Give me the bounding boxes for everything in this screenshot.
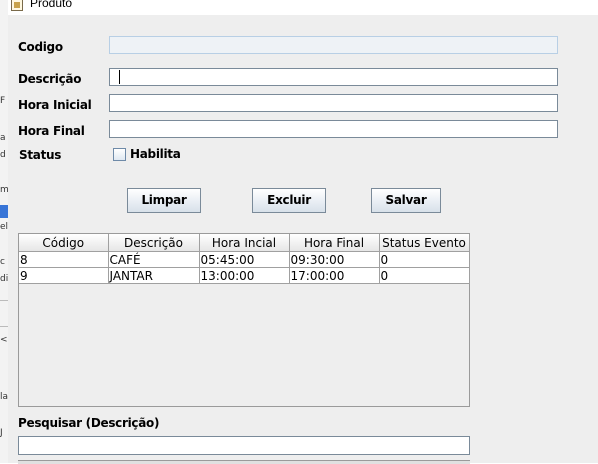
hora-final-label: Hora Final	[18, 124, 85, 138]
codigo-field	[109, 36, 558, 54]
habilita-checkbox[interactable]	[113, 148, 126, 161]
table-cell[interactable]: 13:00:00	[198, 267, 290, 284]
pesquisar-label: Pesquisar (Descrição)	[18, 416, 160, 430]
background-selected-row	[0, 205, 8, 218]
bottom-divider	[18, 460, 470, 464]
pesquisar-field[interactable]	[18, 436, 470, 455]
table-cell[interactable]: 0	[378, 251, 470, 268]
eventos-table-scrollpane[interactable]: Código Descrição Hora Incial Hora Final …	[18, 233, 470, 407]
background-text: el	[0, 222, 9, 232]
table-cell[interactable]: CAFÉ	[107, 251, 200, 268]
background-text: a	[0, 133, 6, 143]
background-text: la	[0, 392, 9, 402]
hora-inicial-field[interactable]	[109, 94, 558, 112]
column-header-hora-final[interactable]: Hora Final	[288, 234, 380, 252]
background-text: J	[0, 428, 3, 438]
background-divider	[0, 300, 8, 301]
table-row[interactable]: 8 CAFÉ 05:45:00 09:30:00 0	[19, 251, 470, 268]
background-text: c	[0, 257, 5, 267]
column-header-hora-inicial[interactable]: Hora Incial	[198, 234, 290, 252]
column-header-status-evento[interactable]: Status Evento	[378, 234, 470, 252]
salvar-button[interactable]: Salvar	[371, 188, 441, 213]
codigo-label: Codigo	[18, 40, 63, 54]
table-cell[interactable]: 09:30:00	[288, 251, 380, 268]
eventos-table[interactable]: Código Descrição Hora Incial Hora Final …	[19, 234, 470, 284]
table-header-row: Código Descrição Hora Incial Hora Final …	[19, 234, 470, 252]
app-icon	[11, 0, 23, 11]
descricao-label: Descrição	[18, 72, 82, 86]
text-caret	[119, 70, 120, 84]
produto-dialog: Produto Codigo Descrição Hora Inicial Ho…	[8, 0, 598, 464]
background-divider	[0, 326, 8, 327]
column-header-codigo[interactable]: Código	[19, 234, 109, 252]
excluir-button[interactable]: Excluir	[252, 188, 326, 213]
title-bar[interactable]: Produto	[8, 0, 598, 15]
table-cell[interactable]: 0	[378, 267, 470, 284]
background-text: <	[0, 335, 8, 345]
table-cell[interactable]: 9	[19, 267, 109, 284]
background-text: d	[0, 150, 6, 160]
descricao-field[interactable]	[109, 68, 558, 86]
habilita-label[interactable]: Habilita	[130, 147, 181, 161]
window-title: Produto	[30, 0, 73, 10]
table-cell[interactable]: 05:45:00	[198, 251, 290, 268]
hora-final-field[interactable]	[109, 120, 558, 138]
table-cell[interactable]: 8	[19, 251, 109, 268]
background-text: di	[0, 274, 9, 284]
table-cell[interactable]: 17:00:00	[288, 267, 380, 284]
table-row[interactable]: 9 JANTAR 13:00:00 17:00:00 0	[19, 267, 470, 284]
limpar-button[interactable]: Limpar	[127, 188, 201, 213]
table-cell[interactable]: JANTAR	[107, 267, 200, 284]
status-label: Status	[19, 148, 62, 162]
column-header-descricao[interactable]: Descrição	[107, 234, 200, 252]
hora-inicial-label: Hora Inicial	[18, 98, 92, 112]
background-text: F	[0, 96, 6, 106]
